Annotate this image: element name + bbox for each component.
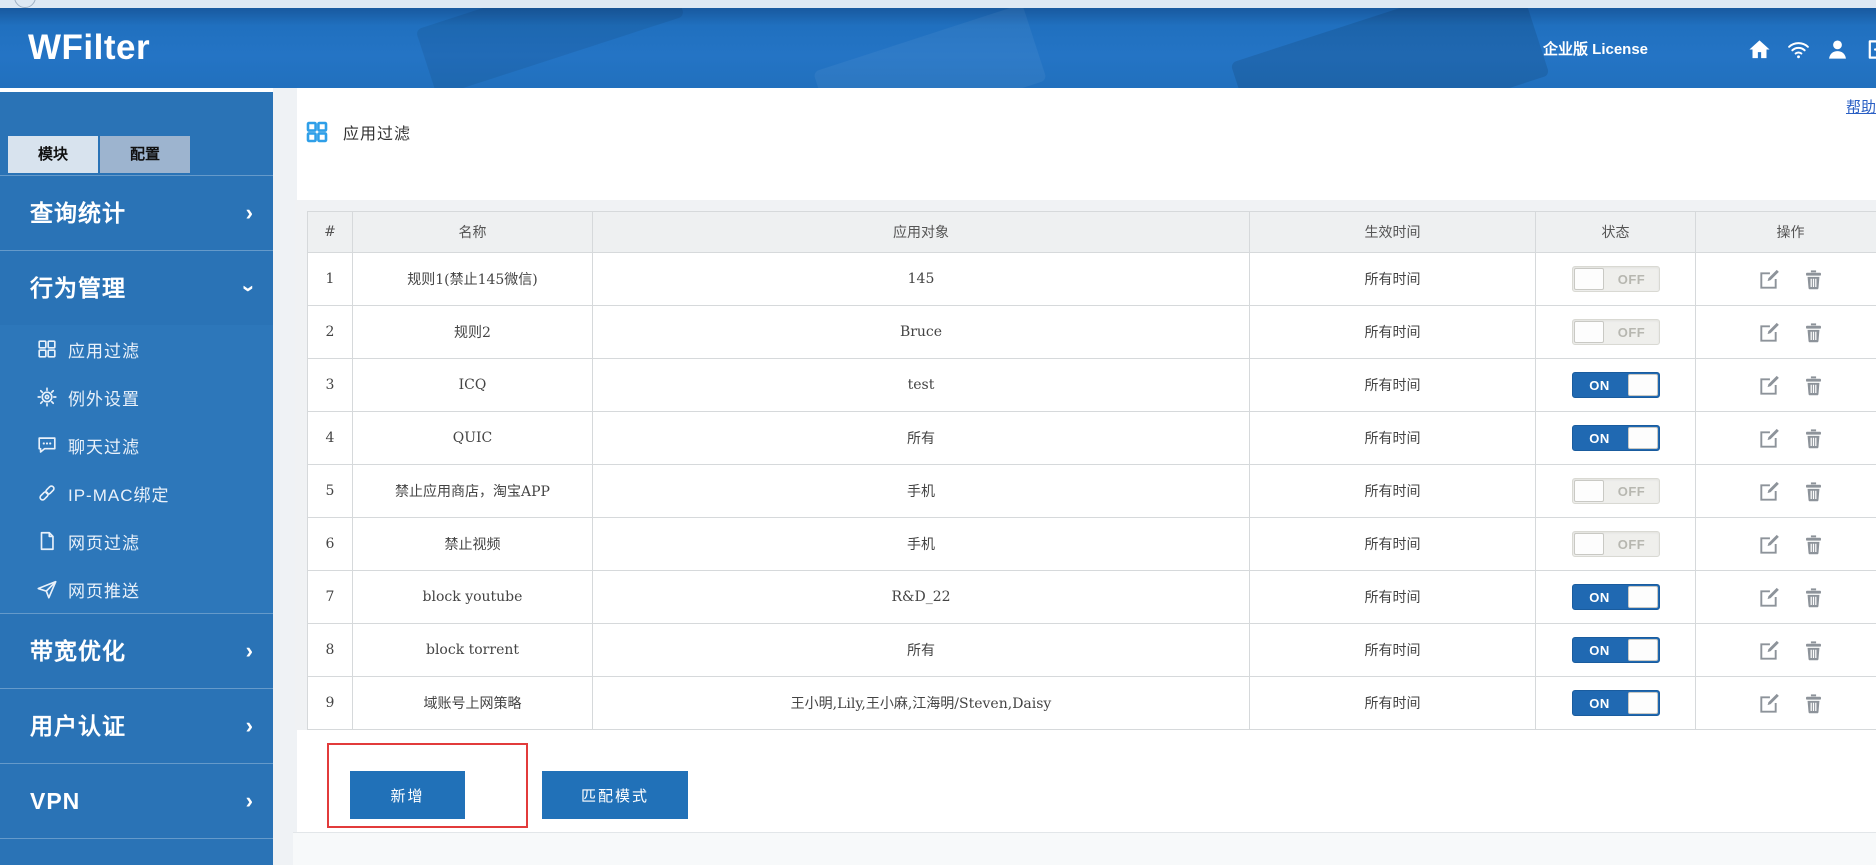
status-toggle[interactable]: ON [1572,690,1660,716]
keyboard-watermark [1230,8,1549,88]
main-content: 帮助 应用过滤 # 名称 应用对象 生效时间 状态 操作 [273,88,1876,865]
match-mode-button[interactable]: 匹配模式 [542,771,688,819]
col-header-ops: 操作 [1696,212,1876,253]
edit-icon[interactable] [1757,586,1780,609]
table-row: 5 禁止应用商店，淘宝APP 手机 所有时间 OFF [308,465,1876,518]
rules-table: # 名称 应用对象 生效时间 状态 操作 1 规则1(禁止145微信) 145 … [307,211,1876,730]
gear-icon [36,386,58,408]
browser-edge-strip [0,0,1876,8]
table-row: 7 block youtube R&D_22 所有时间 ON [308,571,1876,624]
delete-icon[interactable] [1802,586,1825,609]
sidebar-item-bandwidth[interactable]: 带宽优化 › [0,613,273,688]
grid-icon [305,120,329,144]
keyboard-watermark [813,8,1047,88]
user-icon[interactable] [1826,36,1849,63]
page-title-row: 应用过滤 [305,118,411,146]
tab-modules[interactable]: 模块 [8,136,98,173]
status-toggle[interactable]: OFF [1572,531,1660,557]
edit-icon[interactable] [1757,639,1780,662]
status-toggle[interactable]: OFF [1572,266,1660,292]
send-icon [36,578,58,600]
status-toggle[interactable]: ON [1572,372,1660,398]
rules-table-wrap: # 名称 应用对象 生效时间 状态 操作 1 规则1(禁止145微信) 145 … [295,200,1876,730]
sidebar-menu: 查询统计 › 行为管理 › 应用过滤 [0,175,273,865]
edit-icon[interactable] [1757,268,1780,291]
sidebar-tabs: 模块 配置 [8,136,190,173]
status-toggle[interactable]: ON [1572,637,1660,663]
sidebar-item-chat-filter[interactable]: 聊天过滤 [0,421,273,469]
app-logo: WFilter [28,8,150,88]
delete-icon[interactable] [1802,639,1825,662]
col-header-target: 应用对象 [593,212,1250,253]
col-header-status: 状态 [1536,212,1696,253]
table-row: 9 域账号上网策略 王小明,Lily,王小麻,江海明/Steven,Daisy … [308,677,1876,730]
delete-icon[interactable] [1802,321,1825,344]
topbar: WFilter 企业版 License [0,8,1876,88]
sidebar: 模块 配置 查询统计 › 行为管理 › 应用过滤 [0,88,273,865]
status-toggle[interactable]: ON [1572,584,1660,610]
table-row: 8 block torrent 所有 所有时间 ON [308,624,1876,677]
edit-icon[interactable] [1757,533,1780,556]
wifi-icon[interactable] [1787,36,1810,63]
delete-icon[interactable] [1802,268,1825,291]
content-left-gap [273,88,297,865]
col-header-time: 生效时间 [1250,212,1536,253]
link-icon [36,482,58,504]
edit-icon[interactable] [1757,427,1780,450]
home-icon[interactable] [1748,36,1771,63]
edit-icon[interactable] [1757,692,1780,715]
delete-icon[interactable] [1802,480,1825,503]
chevron-right-icon: › [246,689,253,764]
chevron-right-icon: › [246,764,253,839]
delete-icon[interactable] [1802,533,1825,556]
topbar-icons [1748,32,1876,66]
sidebar-item-firewall-clipped[interactable]: 防火墙 [0,838,273,865]
chevron-right-icon: › [246,614,253,689]
delete-icon[interactable] [1802,374,1825,397]
sidebar-item-query-stats[interactable]: 查询统计 › [0,175,273,250]
delete-icon[interactable] [1802,427,1825,450]
help-link[interactable]: 帮助 [1846,96,1876,117]
sidebar-item-app-filter[interactable]: 应用过滤 [0,325,273,373]
col-header-name: 名称 [353,212,593,253]
edit-icon[interactable] [1757,374,1780,397]
page-icon [36,530,58,552]
sidebar-item-ip-mac-binding[interactable]: IP-MAC绑定 [0,469,273,517]
table-row: 6 禁止视频 手机 所有时间 OFF [308,518,1876,571]
grid-icon [36,338,58,360]
edit-icon[interactable] [1757,321,1780,344]
table-row: 4 QUIC 所有 所有时间 ON [308,412,1876,465]
license-label: 企业版 License [1543,8,1648,88]
status-toggle[interactable]: OFF [1572,319,1660,345]
logout-icon[interactable] [1865,36,1876,63]
keyboard-watermark [416,8,685,88]
status-toggle[interactable]: ON [1572,425,1660,451]
edit-icon[interactable] [1757,480,1780,503]
table-header-row: # 名称 应用对象 生效时间 状态 操作 [308,212,1876,253]
col-header-num: # [308,212,353,253]
sidebar-item-user-auth[interactable]: 用户认证 › [0,688,273,763]
delete-icon[interactable] [1802,692,1825,715]
sidebar-top-divider [0,88,273,92]
browser-circle-fragment [14,0,36,8]
sidebar-item-web-push[interactable]: 网页推送 [0,565,273,613]
table-row: 1 规则1(禁止145微信) 145 所有时间 OFF [308,253,1876,306]
table-row: 3 ICQ test 所有时间 ON [308,359,1876,412]
sidebar-item-web-filter[interactable]: 网页过滤 [0,517,273,565]
chat-icon [36,434,58,456]
sidebar-item-vpn[interactable]: VPN › [0,763,273,838]
sidebar-item-behavior-mgmt[interactable]: 行为管理 › [0,250,273,325]
chevron-right-icon: › [246,176,253,251]
status-toggle[interactable]: OFF [1572,478,1660,504]
page-title: 应用过滤 [343,120,411,144]
sidebar-item-exceptions[interactable]: 例外设置 [0,373,273,421]
behavior-submenu: 应用过滤 例外设置 聊天过滤 [0,325,273,613]
below-content-area [293,833,1876,865]
table-row: 2 规则2 Bruce 所有时间 OFF [308,306,1876,359]
add-button[interactable]: 新增 [350,771,465,819]
tab-config[interactable]: 配置 [100,136,190,173]
